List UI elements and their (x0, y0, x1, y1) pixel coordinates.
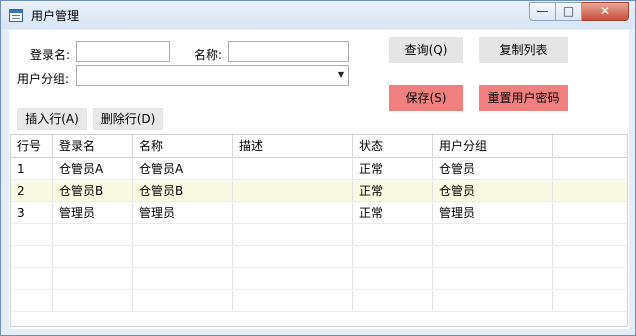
save-button[interactable]: 保存(S) (389, 85, 463, 111)
column-header-description[interactable]: 描述 (233, 135, 353, 157)
cell-name: 仓管员A (133, 159, 233, 179)
cell-login-name: 仓管员B (53, 181, 133, 201)
empty-row (11, 247, 627, 268)
column-header-row-number[interactable]: 行号 (11, 135, 53, 157)
client-area: 登录名: 名称: 用户分组: ▼ 查询(Q) 复制列表 保存(S) 重置用户密码… (9, 30, 629, 329)
close-button[interactable]: ✕ (582, 2, 629, 21)
copy-list-button[interactable]: 复制列表 (479, 37, 568, 63)
user-group-label: 用户分组: (17, 72, 70, 86)
window-title: 用户管理 (31, 9, 80, 23)
close-icon: ✕ (599, 4, 611, 18)
cell-user-group: 仓管员 (433, 181, 553, 201)
table-row[interactable]: 1 仓管员A 仓管员A 正常 仓管员 (11, 159, 627, 180)
maximize-button[interactable]: □ (556, 2, 582, 21)
login-name-label: 登录名: (30, 48, 71, 62)
cell-row-number: 3 (11, 203, 53, 223)
app-icon (9, 9, 23, 22)
cell-description (233, 159, 353, 179)
user-management-window: 用户管理 — □ ✕ 登录名: 名称: 用户分组: ▼ 查询(Q) 复制列表 保… (0, 0, 636, 336)
table-header: 行号 登录名 名称 描述 状态 用户分组 (11, 135, 627, 158)
cell-user-group: 仓管员 (433, 159, 553, 179)
delete-row-button[interactable]: 删除行(D) (93, 108, 163, 130)
minimize-icon: — (536, 4, 549, 18)
insert-row-button[interactable]: 插入行(A) (17, 108, 87, 130)
title-bar[interactable]: 用户管理 — □ ✕ (1, 1, 635, 29)
cell-row-number: 1 (11, 159, 53, 179)
cell-description (233, 181, 353, 201)
user-group-select[interactable]: ▼ (76, 65, 349, 86)
maximize-icon: □ (562, 4, 575, 18)
reset-password-button[interactable]: 重置用户密码 (479, 85, 568, 111)
cell-name: 仓管员B (133, 181, 233, 201)
column-header-login-name[interactable]: 登录名 (53, 135, 133, 157)
cell-description (233, 203, 353, 223)
empty-row (11, 291, 627, 312)
chevron-down-icon: ▼ (337, 70, 344, 79)
cell-row-number: 2 (11, 181, 53, 201)
cell-status: 正常 (353, 181, 433, 201)
cell-name: 管理员 (133, 203, 233, 223)
cell-login-name: 管理员 (53, 203, 133, 223)
cell-status: 正常 (353, 159, 433, 179)
column-header-status[interactable]: 状态 (353, 135, 433, 157)
table-row[interactable]: 3 管理员 管理员 正常 管理员 (11, 203, 627, 224)
name-input[interactable] (228, 41, 349, 62)
cell-status: 正常 (353, 203, 433, 223)
user-table[interactable]: 行号 登录名 名称 描述 状态 用户分组 1 仓管员A 仓管员A 正常 仓管员 … (10, 134, 628, 327)
login-name-input[interactable] (76, 41, 170, 62)
cell-login-name: 仓管员A (53, 159, 133, 179)
name-label: 名称: (194, 48, 223, 62)
empty-row (11, 225, 627, 246)
table-row[interactable]: 2 仓管员B 仓管员B 正常 仓管员 (11, 181, 627, 202)
cell-user-group: 管理员 (433, 203, 553, 223)
query-button[interactable]: 查询(Q) (389, 37, 463, 63)
column-header-user-group[interactable]: 用户分组 (433, 135, 553, 157)
empty-row (11, 269, 627, 290)
column-header-name[interactable]: 名称 (133, 135, 233, 157)
minimize-button[interactable]: — (529, 2, 556, 21)
